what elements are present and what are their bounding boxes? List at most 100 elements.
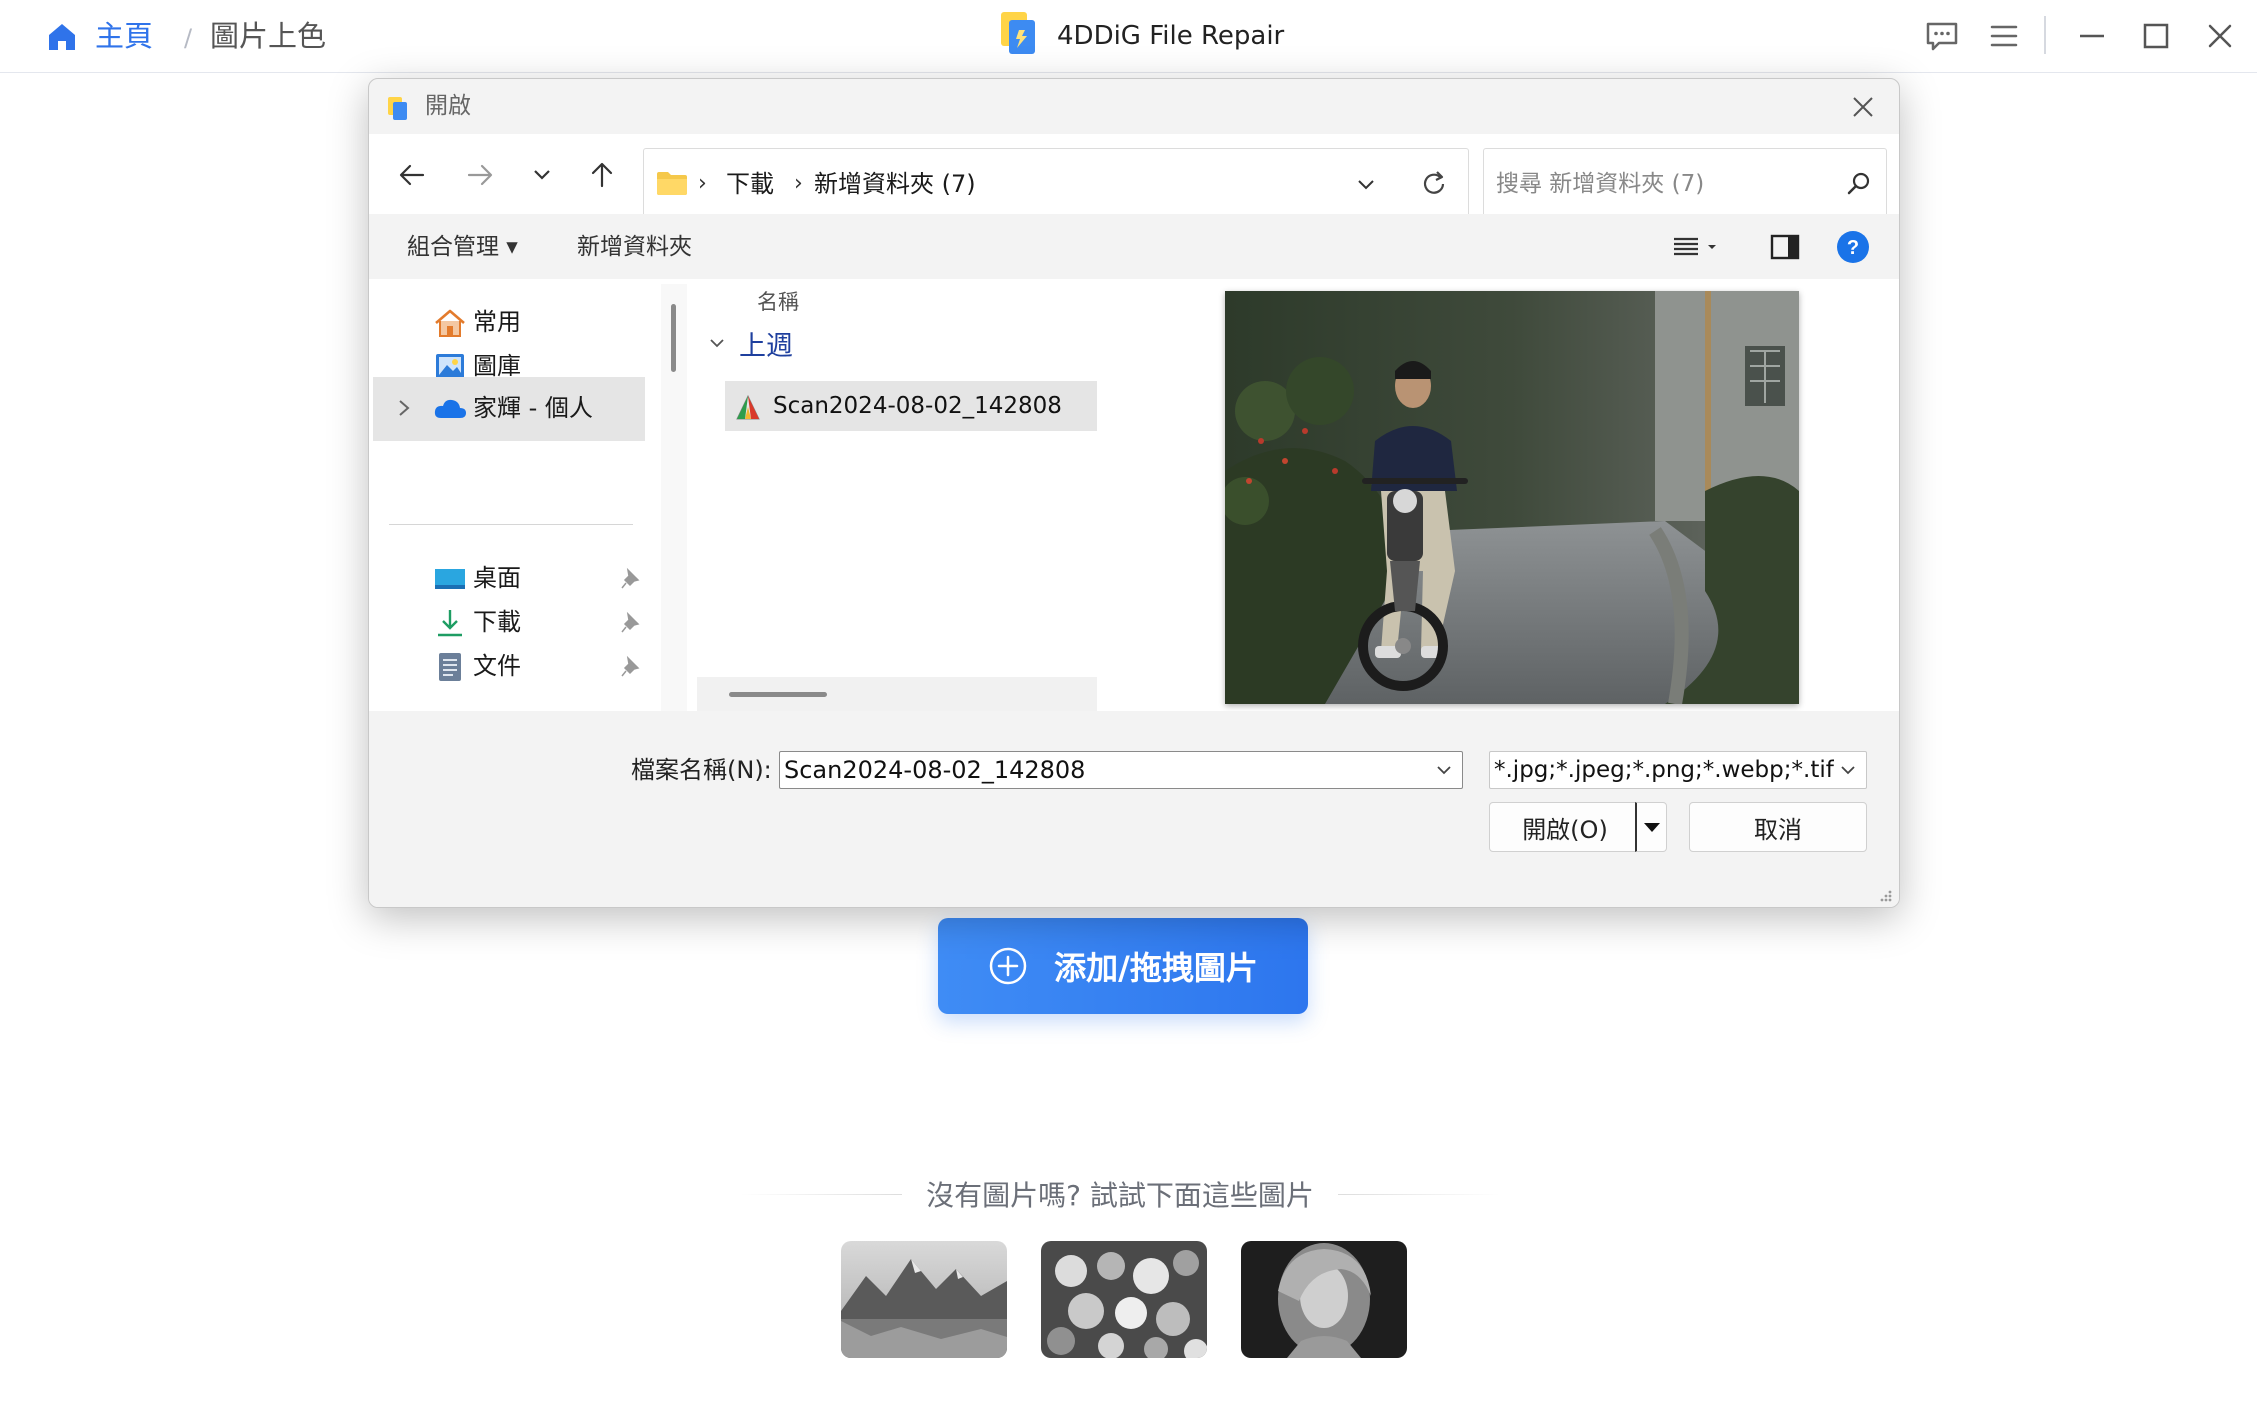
close-icon	[1853, 97, 1873, 117]
image-file-icon	[736, 394, 760, 420]
filetype-select[interactable]: *.jpg;*.jpeg;*.png;*.webp;*.tif;*	[1489, 751, 1867, 789]
organize-menu[interactable]: 組合管理 ▾	[407, 230, 518, 264]
folder-icon	[657, 172, 687, 195]
dialog-navbar: › 下載 › 新增資料夾 (7) 搜尋 新增資料夾 (7)	[369, 134, 1899, 218]
nav-item-label: 文件	[473, 652, 521, 680]
file-row[interactable]: Scan2024-08-02_142808	[725, 381, 1099, 431]
breadcrumb-current: 圖片上色	[210, 19, 327, 53]
up-button[interactable]	[581, 154, 623, 196]
onedrive-cloud-icon	[434, 399, 466, 418]
samples-divider-right	[1337, 1193, 1501, 1195]
minimize-icon	[2080, 34, 2104, 38]
refresh-icon[interactable]	[1418, 168, 1450, 200]
chevron-down-icon	[534, 170, 550, 180]
chevron-right-icon[interactable]	[393, 395, 415, 421]
filetype-value: *.jpg;*.jpeg;*.png;*.webp;*.tif;*	[1494, 757, 1834, 783]
file-name: Scan2024-08-02_142808	[773, 393, 1062, 419]
address-segment-folder[interactable]: 新增資料夾 (7)	[814, 167, 976, 201]
feedback-icon	[1926, 22, 1958, 51]
nav-item-documents[interactable]: 文件	[373, 635, 645, 697]
nav-scrollbar[interactable]	[661, 284, 687, 711]
file-group-header[interactable]: 上週	[707, 323, 793, 363]
file-group-label: 上週	[739, 330, 793, 362]
preview-pane	[1097, 279, 1899, 711]
add-image-label: 添加/拖拽圖片	[1054, 949, 1258, 987]
chevron-down-icon[interactable]	[1432, 758, 1456, 782]
document-icon	[439, 653, 461, 681]
chevron-down-icon	[710, 339, 724, 348]
close-button[interactable]	[2200, 16, 2240, 56]
breadcrumb-separator: /	[184, 24, 193, 52]
samples-divider-left	[740, 1193, 903, 1195]
dialog-footer: 檔案名稱(N): Scan2024-08-02_142808 *.jpg;*.j…	[369, 711, 1899, 907]
maximize-button[interactable]	[2136, 16, 2176, 56]
pin-icon[interactable]	[619, 655, 641, 679]
preview-image	[1225, 291, 1799, 704]
file-list-scrollbar-thumb[interactable]	[729, 692, 827, 697]
plus-circle-icon	[989, 947, 1027, 985]
menu-button[interactable]	[1984, 16, 2024, 56]
open-options-button[interactable]	[1635, 802, 1667, 852]
dialog-title: 開啟	[425, 93, 471, 119]
pin-icon[interactable]	[619, 567, 641, 591]
nav-item-label: 常用	[473, 308, 521, 336]
filename-field[interactable]: Scan2024-08-02_142808	[779, 751, 1463, 789]
nav-item-label: 家輝 - 個人	[473, 394, 593, 422]
list-view-icon	[1674, 237, 1716, 256]
column-header-name[interactable]: 名稱	[757, 287, 799, 317]
app-titlebar: 主頁 / 圖片上色 4DDiG File Repair	[0, 0, 2257, 73]
search-field[interactable]: 搜尋 新增資料夾 (7)	[1483, 148, 1887, 218]
preview-pane-icon	[1770, 234, 1800, 260]
feedback-button[interactable]	[1922, 16, 1962, 56]
caret-down-icon	[1643, 823, 1660, 832]
chevron-down-icon[interactable]	[1352, 171, 1380, 199]
samples-title: 沒有圖片嗎? 試試下面這些圖片	[926, 1179, 1314, 1212]
chevron-down-icon	[1836, 758, 1860, 782]
breadcrumb-home[interactable]: 主頁	[95, 16, 153, 56]
pin-icon[interactable]	[619, 611, 641, 635]
arrow-left-icon	[399, 164, 425, 186]
preview-pane-toggle[interactable]	[1767, 229, 1803, 265]
forward-button[interactable]	[459, 154, 501, 196]
recent-locations-button[interactable]	[521, 154, 563, 196]
address-segment-downloads[interactable]: 下載	[726, 167, 774, 201]
cancel-button[interactable]: 取消	[1689, 802, 1867, 852]
resize-grip-icon[interactable]	[1877, 887, 1893, 903]
filename-label: 檔案名稱(N):	[631, 756, 772, 784]
file-list-pane: 名稱 上週 Scan2024-08-02_142808	[689, 279, 1103, 711]
sample-mountain-lake[interactable]	[841, 1241, 1007, 1358]
app-logo	[1001, 12, 1035, 54]
address-bar[interactable]: › 下載 › 新增資料夾 (7)	[643, 148, 1469, 218]
navigation-pane: 常用 圖庫 家輝 - 個人 桌面 下載 文件	[369, 279, 687, 711]
sample-portrait[interactable]	[1241, 1241, 1407, 1358]
open-button[interactable]: 開啟(O)	[1489, 802, 1641, 852]
dialog-titlebar: 開啟	[369, 79, 1899, 134]
dialog-close-button[interactable]	[1841, 87, 1885, 127]
arrow-right-icon	[467, 164, 493, 186]
nav-scrollbar-thumb[interactable]	[671, 304, 676, 372]
new-folder-button[interactable]: 新增資料夾	[577, 230, 692, 264]
minimize-button[interactable]	[2072, 16, 2112, 56]
svg-text:?: ?	[1847, 237, 1859, 259]
back-button[interactable]	[391, 154, 433, 196]
nav-item-label: 桌面	[473, 564, 521, 592]
sample-flowers[interactable]	[1041, 1241, 1207, 1358]
address-separator: ›	[794, 171, 803, 196]
maximize-icon	[2143, 23, 2169, 49]
nav-divider	[389, 524, 633, 525]
search-icon	[1847, 172, 1870, 195]
open-file-dialog: 開啟 › 下載 › 新增資料夾 (7) 搜尋 新增資料夾 (7) 組合管理 ▾ …	[368, 78, 1900, 908]
file-list-scrollbar[interactable]	[697, 677, 1099, 711]
filename-value: Scan2024-08-02_142808	[784, 756, 1086, 784]
command-bar: 組合管理 ▾ 新增資料夾 ?	[369, 214, 1899, 279]
arrow-up-icon	[591, 162, 613, 188]
search-placeholder: 搜尋 新增資料夾 (7)	[1496, 171, 1705, 197]
add-image-button[interactable]: 添加/拖拽圖片	[938, 918, 1308, 1014]
view-options-button[interactable]	[1669, 229, 1725, 265]
nav-item-label: 下載	[473, 608, 521, 636]
titlebar-divider	[2044, 16, 2046, 54]
help-button[interactable]: ?	[1835, 229, 1871, 265]
nav-item-onedrive[interactable]: 家輝 - 個人	[373, 377, 645, 441]
home-icon[interactable]	[45, 20, 79, 54]
dialog-app-icon	[388, 97, 407, 120]
